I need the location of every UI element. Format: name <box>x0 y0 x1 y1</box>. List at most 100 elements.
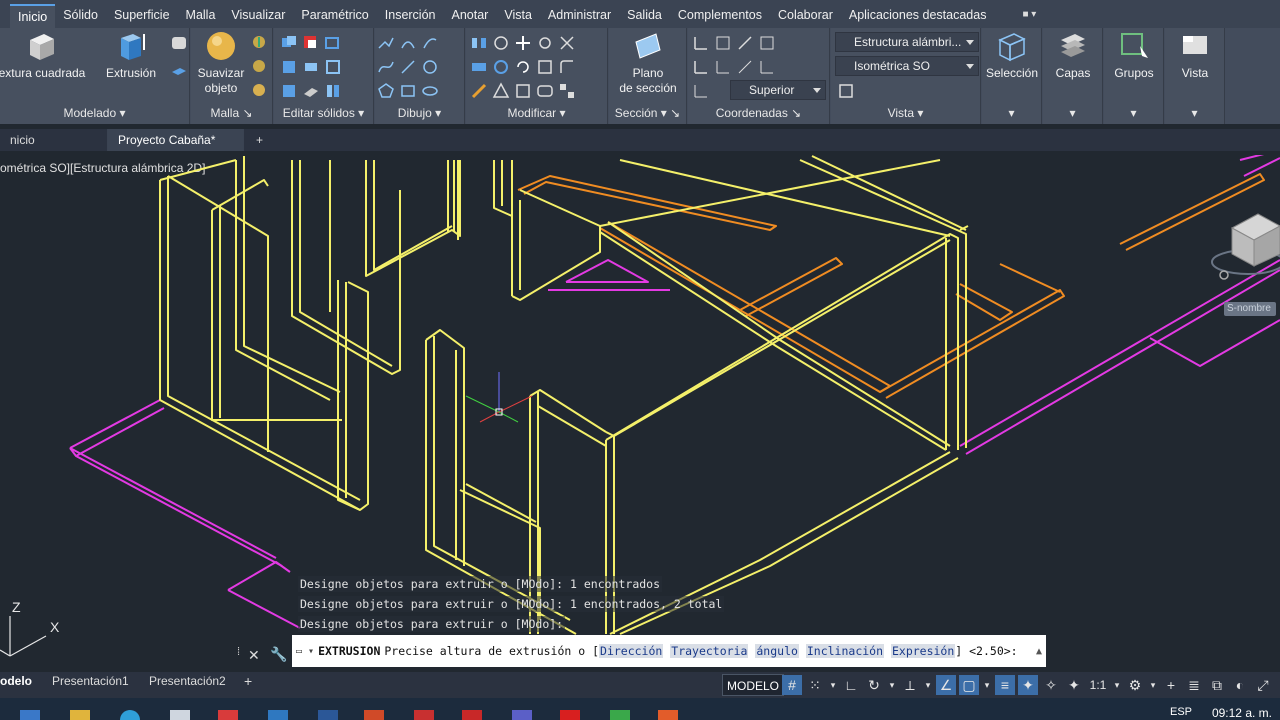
annotation-autoscale-icon[interactable]: ✧ <box>1041 675 1061 695</box>
ucs-view-icon[interactable] <box>692 58 710 76</box>
mesh-plus-icon[interactable] <box>251 34 267 50</box>
teams-icon[interactable] <box>512 710 532 720</box>
osnap-dropdown-icon[interactable]: ▾ <box>982 675 992 695</box>
panel-title-modificar[interactable]: Modificar ▾ <box>466 104 607 122</box>
smooth-object-button[interactable]: Suavizar objeto <box>195 30 247 96</box>
app-orange-icon[interactable] <box>658 710 678 720</box>
layout-tab-model[interactable]: odelo <box>0 672 32 698</box>
layout-tab-presentacion1[interactable]: Presentación1 <box>52 672 129 698</box>
slice-icon[interactable] <box>324 34 342 52</box>
tab-insercion[interactable]: Inserción <box>377 4 444 28</box>
extract-edges-icon[interactable] <box>324 58 342 76</box>
edge-icon[interactable] <box>120 710 140 720</box>
tab-visualizar[interactable]: Visualizar <box>223 4 293 28</box>
polar-icon[interactable]: ↻ <box>864 675 884 695</box>
tab-colaborar[interactable]: Colaborar <box>770 4 841 28</box>
separate-icon[interactable] <box>324 82 342 100</box>
layout-tab-presentacion2[interactable]: Presentación2 <box>149 672 226 698</box>
ucs-origin-icon[interactable] <box>736 34 754 52</box>
panel-title-seccion[interactable]: Sección ▾ ↘ <box>609 104 686 122</box>
osnap-tracking-icon[interactable]: ∠ <box>936 675 956 695</box>
tab-salida[interactable]: Salida <box>619 4 670 28</box>
fillet-icon[interactable] <box>558 58 576 76</box>
groups-dropdown[interactable]: ▾ <box>1104 104 1163 122</box>
viewport-config-icon[interactable] <box>837 82 855 100</box>
drawing-canvas[interactable]: ométrica SO][Estructura alámbrica 2D] S-… <box>0 155 1280 665</box>
command-close-icon[interactable]: ✕ <box>248 647 260 664</box>
annotation-scale-value[interactable]: 1:1 <box>1087 675 1109 695</box>
extrusion-button[interactable]: Extrusión <box>100 30 162 81</box>
mesh-refine-icon[interactable] <box>251 82 267 98</box>
ucs-icon[interactable] <box>692 34 710 52</box>
scale-dropdown-icon[interactable]: ▾ <box>1112 675 1122 695</box>
store-icon[interactable] <box>170 710 190 720</box>
ucs-z-icon[interactable] <box>758 58 776 76</box>
view-button[interactable]: Vista <box>1165 30 1225 81</box>
add-scale-icon[interactable]: + <box>1161 675 1181 695</box>
option-angulo[interactable]: ángulo <box>755 644 799 658</box>
stretch-icon[interactable] <box>514 82 532 100</box>
command-history-toggle-icon[interactable]: ▲ <box>1036 646 1042 657</box>
intersect-icon[interactable] <box>280 58 298 76</box>
panel-title-vista[interactable]: Vista ▾ <box>831 104 980 122</box>
language-indicator[interactable]: ESP <box>1170 706 1192 718</box>
scale-icon[interactable] <box>536 58 554 76</box>
option-trayectoria[interactable]: Trayectoria <box>670 644 749 658</box>
tab-solido[interactable]: Sólido <box>55 4 106 28</box>
command-line[interactable]: ▭ ▾ EXTRUSION Precise altura de extrusió… <box>292 635 1046 667</box>
polygon-icon[interactable] <box>377 82 395 100</box>
tab-administrar[interactable]: Administrar <box>540 4 619 28</box>
spline-icon[interactable] <box>377 58 395 76</box>
app-blue-icon[interactable] <box>268 710 288 720</box>
layers-dropdown[interactable]: ▾ <box>1043 104 1102 122</box>
helix-icon[interactable] <box>399 34 417 52</box>
tab-complementos[interactable]: Complementos <box>670 4 770 28</box>
new-layout-button[interactable]: + <box>244 672 252 698</box>
groups-button[interactable]: Grupos <box>1104 30 1164 81</box>
mirror-icon[interactable] <box>470 34 488 52</box>
box-button[interactable]: extura cuadrada <box>0 30 88 81</box>
thicken-icon[interactable] <box>302 82 320 100</box>
rectangle-icon[interactable] <box>399 82 417 100</box>
snap-icon[interactable]: ⁙ <box>805 675 825 695</box>
rotate-3d-icon[interactable] <box>536 34 554 52</box>
app-red-icon[interactable] <box>218 710 238 720</box>
annotation-scale-icon[interactable]: ✦ <box>1064 675 1084 695</box>
tab-vista[interactable]: Vista <box>496 4 540 28</box>
ucs-face-icon[interactable] <box>736 58 754 76</box>
view-dropdown[interactable]: ▾ <box>1165 104 1224 122</box>
panel-title-dibujo[interactable]: Dibujo ▾ <box>375 104 464 122</box>
model-space-button[interactable]: MODELO <box>722 674 785 696</box>
grid-icon[interactable]: # <box>782 675 802 695</box>
command-recent-icon[interactable]: ▭ ▾ <box>296 646 314 657</box>
annotation-visibility-icon[interactable]: ✦ <box>1018 675 1038 695</box>
section-plane-button[interactable]: Plano de sección <box>615 30 681 96</box>
visual-style-combo[interactable]: Estructura alámbri... <box>835 32 979 52</box>
subtract-icon[interactable] <box>302 34 320 52</box>
ucs-previous-icon[interactable] <box>758 34 776 52</box>
isodraft-dropdown-icon[interactable]: ▾ <box>923 675 933 695</box>
erase-icon[interactable] <box>470 82 488 100</box>
rotate-icon[interactable] <box>514 58 532 76</box>
tab-superficie[interactable]: Superficie <box>106 4 178 28</box>
tab-inicio[interactable]: Inicio <box>10 4 56 28</box>
customization-icon[interactable]: ≣ <box>1184 675 1204 695</box>
app-red2-icon[interactable] <box>414 710 434 720</box>
arc-icon[interactable] <box>421 34 439 52</box>
circle-icon[interactable] <box>421 58 439 76</box>
tab-parametrico[interactable]: Paramétrico <box>293 4 376 28</box>
panel-title-modelado[interactable]: Modelado ▾ <box>0 104 189 122</box>
copy-array-icon[interactable] <box>558 82 576 100</box>
new-tab-button[interactable]: + <box>244 129 275 151</box>
shell-icon[interactable] <box>280 82 298 100</box>
panel-title-editar-solidos[interactable]: Editar sólidos ▾ <box>274 104 373 122</box>
array-icon[interactable] <box>470 58 488 76</box>
powerpoint-icon[interactable] <box>364 710 384 720</box>
tab-start[interactable]: nicio <box>0 129 108 151</box>
isolate-objects-icon[interactable]: ◐ <box>1230 675 1250 695</box>
ucs-object-icon[interactable] <box>714 58 732 76</box>
option-inclinacion[interactable]: Inclinación <box>805 644 885 658</box>
tab-proyecto-cabana[interactable]: Proyecto Cabaña* ✕ <box>108 129 244 169</box>
offset-icon[interactable] <box>536 82 554 100</box>
union-icon[interactable] <box>280 34 298 52</box>
